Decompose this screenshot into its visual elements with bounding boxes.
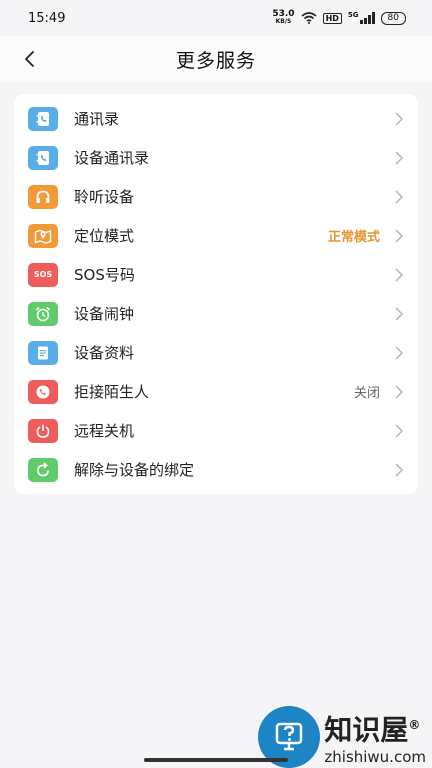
menu-item-location-mode[interactable]: 定位模式 正常模式 — [14, 216, 418, 255]
back-arrow-icon — [25, 51, 34, 67]
chevron-right-icon — [395, 384, 404, 399]
menu-item-label: 拒接陌生人 — [74, 383, 150, 401]
signal-bars-icon — [359, 12, 375, 24]
map-pin-icon — [28, 223, 58, 248]
status-icons: 53.0 KB/S HD 5G 80 — [272, 10, 406, 26]
cell-signal: 5G — [348, 12, 375, 24]
menu-item-label: SOS号码 — [74, 266, 135, 284]
header: 更多服务 — [0, 36, 432, 82]
menu-item-label: 聆听设备 — [74, 188, 135, 206]
reject-call-icon — [28, 379, 58, 404]
network-type: 5G — [347, 11, 359, 19]
chevron-right-icon — [395, 462, 404, 477]
back-button[interactable] — [14, 44, 44, 74]
menu-item-device-info[interactable]: 设备资料 — [14, 333, 418, 372]
headphones-icon — [28, 184, 58, 209]
watermark-title: 知识屋® — [324, 708, 420, 747]
document-icon — [28, 340, 58, 365]
menu-item-sos-number[interactable]: SOS SOS号码 — [14, 255, 418, 294]
menu-item-device-alarm[interactable]: 设备闹钟 — [14, 294, 418, 333]
battery-level: 80 — [387, 12, 399, 23]
watermark-text: 知识屋® zhishiwu.com — [324, 708, 426, 766]
services-menu: 通讯录 设备通讯录 聆听设备 定位模式 正常模式 SOS SOS号码 设备闹钟 … — [14, 94, 418, 494]
chevron-right-icon — [395, 228, 404, 243]
chevron-right-icon — [395, 423, 404, 438]
battery-icon: 80 — [380, 11, 406, 25]
home-indicator[interactable] — [144, 758, 288, 762]
chevron-right-icon — [395, 111, 404, 126]
menu-item-device-contacts[interactable]: 设备通讯录 — [14, 138, 418, 177]
refresh-icon — [28, 457, 58, 482]
menu-item-listen-device[interactable]: 聆听设备 — [14, 177, 418, 216]
status-bar: 15:49 53.0 KB/S HD 5G 80 — [0, 0, 432, 36]
device-phonebook-icon — [28, 145, 58, 170]
menu-item-label: 定位模式 — [74, 227, 135, 245]
chevron-right-icon — [395, 150, 404, 165]
chevron-right-icon — [395, 306, 404, 321]
menu-item-label: 设备闹钟 — [74, 305, 135, 323]
chevron-right-icon — [395, 189, 404, 204]
menu-item-unbind-device[interactable]: 解除与设备的绑定 — [14, 450, 418, 489]
page-title: 更多服务 — [175, 49, 256, 72]
menu-item-label: 解除与设备的绑定 — [74, 461, 195, 479]
watermark-url: zhishiwu.com — [324, 747, 426, 766]
reject-strangers-value: 关闭 — [353, 386, 380, 401]
sos-icon: SOS — [28, 262, 58, 287]
sos-icon-text: SOS — [33, 270, 53, 279]
watermark-registered-mark: ® — [408, 718, 421, 733]
chevron-right-icon — [395, 267, 404, 282]
menu-item-label: 设备资料 — [74, 344, 135, 362]
location-mode-value: 正常模式 — [327, 230, 380, 245]
menu-item-contacts[interactable]: 通讯录 — [14, 99, 418, 138]
chevron-right-icon — [395, 345, 404, 360]
hd-badge: HD — [322, 12, 342, 24]
watermark-main-text: 知识屋 — [324, 713, 409, 747]
power-icon — [28, 418, 58, 443]
net-speed-value: 53.0 — [272, 9, 295, 19]
network-speed: 53.0 KB/S — [272, 10, 294, 26]
net-speed-unit: KB/S — [275, 18, 292, 25]
menu-item-label: 通讯录 — [74, 110, 120, 128]
menu-item-reject-strangers[interactable]: 拒接陌生人 关闭 — [14, 372, 418, 411]
phonebook-icon — [28, 106, 58, 131]
clock: 15:49 — [28, 10, 66, 26]
menu-item-remote-shutdown[interactable]: 远程关机 — [14, 411, 418, 450]
menu-item-label: 设备通讯录 — [74, 149, 150, 167]
wifi-icon — [301, 12, 317, 24]
menu-item-label: 远程关机 — [74, 422, 135, 440]
alarm-clock-icon — [28, 301, 58, 326]
